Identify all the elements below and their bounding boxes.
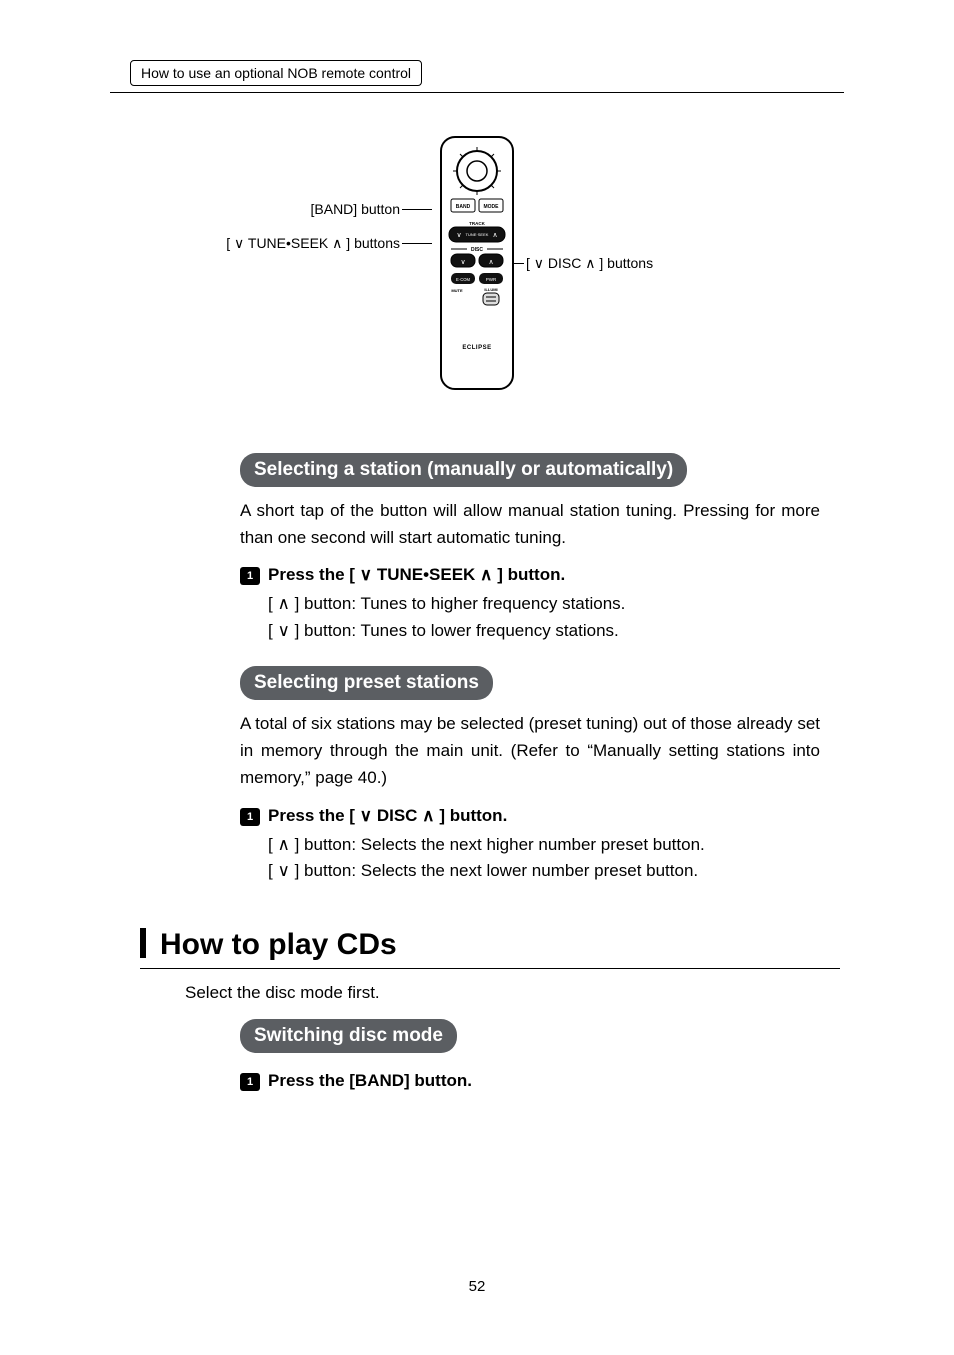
heading-underline <box>140 968 840 969</box>
intro-text: Select the disc mode first. <box>185 983 844 1003</box>
svg-text:TRACK: TRACK <box>469 221 485 226</box>
svg-text:E·COM: E·COM <box>456 277 470 282</box>
step-instruction: Press the [BAND] button. <box>268 1071 472 1091</box>
step-number-badge: 1 <box>240 567 260 585</box>
step-detail: [ ∨ ] button: Selects the next lower num… <box>268 858 820 884</box>
remote-icon: BAND MODE TRACK ∨ TUNE·SEEK ∧ DISC ∨ ∧ <box>437 133 517 393</box>
page-title: How to play CDs <box>160 928 397 962</box>
remote-illustration: BAND MODE TRACK ∨ TUNE·SEEK ∧ DISC ∨ ∧ <box>437 133 517 398</box>
page-number: 52 <box>469 1278 486 1295</box>
step-number-badge: 1 <box>240 1073 260 1091</box>
svg-text:BAND: BAND <box>456 204 471 210</box>
paragraph: A total of six stations may be selected … <box>240 710 820 792</box>
svg-text:MODE: MODE <box>484 204 500 210</box>
step-number-badge: 1 <box>240 808 260 826</box>
step-instruction: Press the [ ∨ TUNE•SEEK ∧ ] button. <box>268 565 565 585</box>
heading-row: How to play CDs <box>140 924 844 962</box>
section-heading-selecting-station: Selecting a station (manually or automat… <box>240 453 687 487</box>
page: How to use an optional NOB remote contro… <box>0 0 954 1355</box>
section-heading-preset-stations: Selecting preset stations <box>240 666 493 700</box>
lead-line <box>402 243 432 244</box>
svg-text:PWR: PWR <box>486 277 497 282</box>
svg-text:∧: ∧ <box>488 259 493 266</box>
content-column: Switching disc mode 1 Press the [BAND] b… <box>240 1019 820 1091</box>
step-detail: [ ∧ ] button: Selects the next higher nu… <box>268 832 820 858</box>
callout-disc-label: [ ∨ DISC ∧ ] buttons <box>526 255 653 272</box>
svg-text:TUNE·SEEK: TUNE·SEEK <box>466 232 489 237</box>
lead-line <box>402 209 432 210</box>
step-instruction: Press the [ ∨ DISC ∧ ] button. <box>268 806 507 826</box>
paragraph: A short tap of the button will allow man… <box>240 497 820 551</box>
svg-text:∨: ∨ <box>460 259 465 266</box>
top-rule <box>110 92 844 93</box>
step-detail: [ ∧ ] button: Tunes to higher frequency … <box>268 591 820 617</box>
svg-text:MUTE: MUTE <box>451 288 463 293</box>
svg-text:∧: ∧ <box>492 232 497 239</box>
callout-band-label: [BAND] button <box>210 201 400 217</box>
heading-accent-bar <box>140 928 146 958</box>
svg-text:DISC: DISC <box>471 247 483 253</box>
svg-text:ECLIPSE: ECLIPSE <box>462 345 491 351</box>
remote-figure: [BAND] button [ ∨ TUNE•SEEK ∧ ] buttons … <box>110 133 844 433</box>
svg-text:ILLUMI: ILLUMI <box>484 287 497 292</box>
step-detail: [ ∨ ] button: Tunes to lower frequency s… <box>268 618 820 644</box>
content-column: Selecting a station (manually or automat… <box>240 453 820 884</box>
callout-tune-seek-label: [ ∨ TUNE•SEEK ∧ ] buttons <box>170 235 400 252</box>
section-heading-switching-disc-mode: Switching disc mode <box>240 1019 457 1053</box>
breadcrumb: How to use an optional NOB remote contro… <box>130 60 422 86</box>
svg-text:∨: ∨ <box>456 232 461 239</box>
